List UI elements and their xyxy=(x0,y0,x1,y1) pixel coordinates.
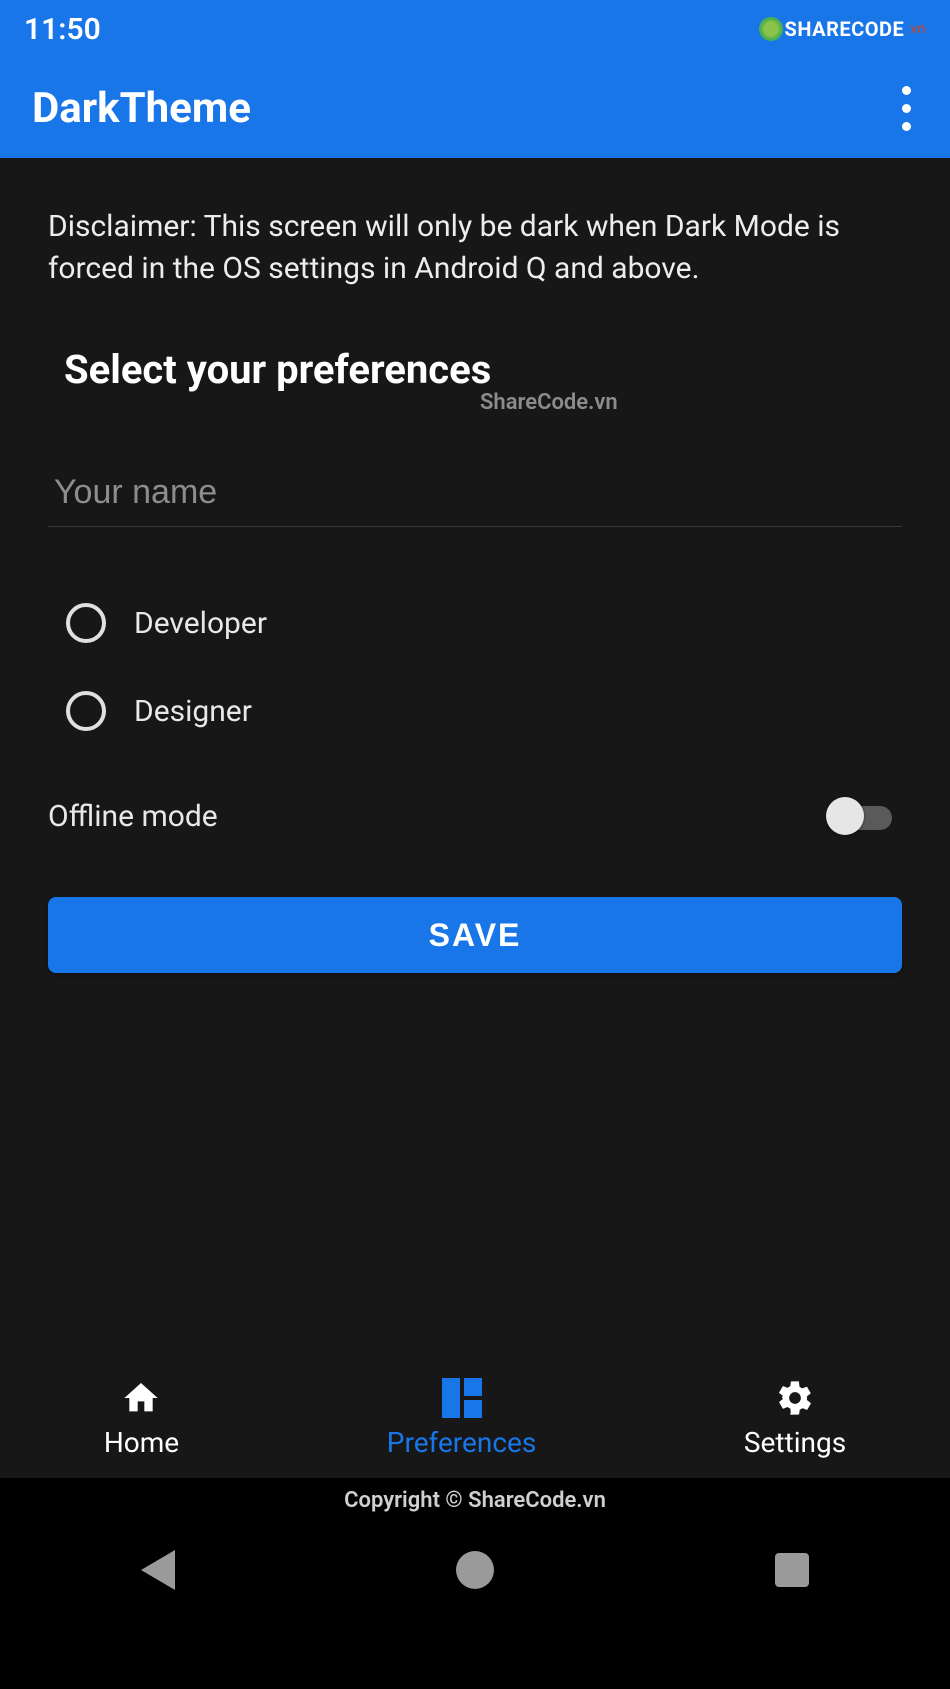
name-field-wrap xyxy=(48,463,902,527)
switch-thumb-icon xyxy=(826,797,864,835)
sharecode-text: SHARECODE xyxy=(785,17,905,41)
more-vert-icon-dot xyxy=(902,86,911,95)
bottom-nav: Home Preferences Settings xyxy=(0,1358,950,1478)
status-time: 11:50 xyxy=(24,12,101,47)
app-bar: DarkTheme xyxy=(0,58,950,158)
name-input[interactable] xyxy=(48,463,902,527)
status-right: SHARECODE .vn xyxy=(759,15,926,43)
home-circle-icon[interactable] xyxy=(456,1551,494,1589)
watermark-center: ShareCode.vn xyxy=(480,390,618,415)
gear-icon xyxy=(775,1378,815,1418)
nav-preferences[interactable]: Preferences xyxy=(387,1378,537,1459)
radio-designer[interactable]: Designer xyxy=(66,667,902,755)
status-bar: 11:50 SHARECODE .vn xyxy=(0,0,950,58)
system-nav-bar xyxy=(0,1526,950,1626)
nav-label: Home xyxy=(104,1426,179,1459)
nav-label: Preferences xyxy=(387,1426,537,1459)
sharecode-swirl-icon xyxy=(759,17,783,41)
copyright-text: Copyright © ShareCode.vn xyxy=(0,1478,950,1526)
back-icon[interactable] xyxy=(141,1550,175,1590)
radio-unchecked-icon xyxy=(66,691,106,731)
offline-mode-row: Offline mode xyxy=(48,797,902,835)
nav-label: Settings xyxy=(744,1426,846,1459)
preferences-heading: Select your preferences xyxy=(48,346,902,393)
save-button[interactable]: SAVE xyxy=(48,897,902,973)
grid-icon xyxy=(442,1378,482,1418)
more-vert-icon-dot xyxy=(902,122,911,131)
more-vert-icon-dot xyxy=(902,104,911,113)
content-body: Disclaimer: This screen will only be dar… xyxy=(0,158,950,1358)
disclaimer-text: Disclaimer: This screen will only be dar… xyxy=(48,206,902,290)
sharecode-suffix: .vn xyxy=(906,21,926,37)
home-icon xyxy=(121,1378,161,1418)
role-radio-group: Developer Designer xyxy=(48,579,902,755)
offline-mode-label: Offline mode xyxy=(48,799,218,834)
radio-label: Developer xyxy=(134,606,267,641)
radio-unchecked-icon xyxy=(66,603,106,643)
nav-home[interactable]: Home xyxy=(104,1378,179,1459)
sharecode-logo: SHARECODE .vn xyxy=(759,15,926,43)
recents-icon[interactable] xyxy=(775,1553,809,1587)
more-menu-button[interactable] xyxy=(894,86,918,131)
nav-settings[interactable]: Settings xyxy=(744,1378,846,1459)
radio-developer[interactable]: Developer xyxy=(66,579,902,667)
app-title: DarkTheme xyxy=(32,84,251,133)
offline-mode-switch[interactable] xyxy=(826,797,892,835)
radio-label: Designer xyxy=(134,694,252,729)
